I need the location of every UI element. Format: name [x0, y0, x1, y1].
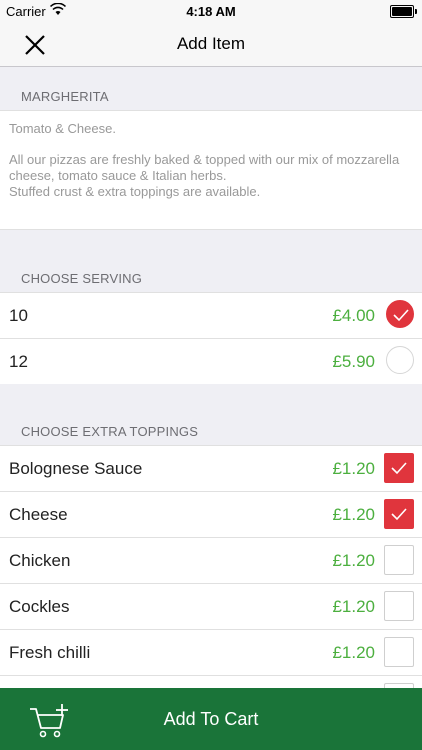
topping-option-row[interactable]: Cheese £1.20: [0, 492, 422, 538]
option-label: Cheese: [9, 505, 68, 524]
clock: 4:18 AM: [186, 4, 236, 19]
item-description-panel: Tomato & Cheese. All our pizzas are fres…: [0, 110, 422, 230]
topping-option-row[interactable]: Chicken £1.20: [0, 538, 422, 584]
option-price: £1.20: [332, 643, 375, 662]
item-name: MARGHERITA: [21, 89, 109, 104]
navigation-bar: Add Item: [0, 22, 422, 67]
option-price: £4.00: [332, 306, 375, 325]
item-subtitle: Tomato & Cheese.: [9, 121, 116, 136]
add-to-cart-label: Add To Cart: [163, 709, 259, 729]
option-price: £1.20: [332, 551, 375, 570]
topping-checkbox[interactable]: [384, 453, 414, 483]
option-label: Bolognese Sauce: [9, 459, 143, 478]
topping-option-row[interactable]: Bolognese Sauce £1.20: [0, 446, 422, 492]
topping-checkbox[interactable]: [384, 499, 414, 529]
battery-icon: [390, 5, 417, 18]
serving-radio[interactable]: [386, 346, 414, 374]
option-price: £5.90: [332, 352, 375, 371]
serving-option-row[interactable]: 12 £5.90: [0, 339, 422, 384]
toppings-list: Bolognese Sauce £1.20 Cheese £1.20 Chicken £1…: [0, 445, 422, 721]
topping-checkbox[interactable]: [384, 591, 414, 621]
topping-option-row[interactable]: Cockles £1.20: [0, 584, 422, 630]
page-title: Add Item: [176, 34, 246, 53]
option-label: Cockles: [9, 597, 70, 616]
item-description: All our pizzas are freshly baked & toppe…: [9, 152, 400, 199]
topping-option-row[interactable]: Fresh chilli £1.20: [0, 630, 422, 676]
checkmark-icon: [391, 508, 407, 521]
toppings-header-label: CHOOSE EXTRA TOPPINGS: [21, 424, 199, 439]
option-label: 12: [9, 352, 28, 371]
option-price: £1.20: [332, 505, 375, 524]
serving-list: 10 £4.00 12 £5.90: [0, 292, 422, 384]
status-bar: Carrier 4:18 AM: [0, 0, 422, 22]
add-to-cart-button[interactable]: Add To Cart: [0, 688, 422, 750]
serving-radio[interactable]: [386, 300, 414, 328]
serving-header-label: CHOOSE SERVING: [21, 271, 143, 286]
checkmark-icon: [391, 462, 407, 475]
option-label: 10: [9, 306, 28, 325]
checkmark-icon: [393, 309, 409, 322]
option-label: Chicken: [9, 551, 71, 570]
option-price: £1.20: [332, 459, 375, 478]
topping-checkbox[interactable]: [384, 637, 414, 667]
serving-option-row[interactable]: 10 £4.00: [0, 293, 422, 339]
option-label: Fresh chilli: [9, 643, 91, 662]
option-price: £1.20: [332, 597, 375, 616]
topping-checkbox[interactable]: [384, 545, 414, 575]
